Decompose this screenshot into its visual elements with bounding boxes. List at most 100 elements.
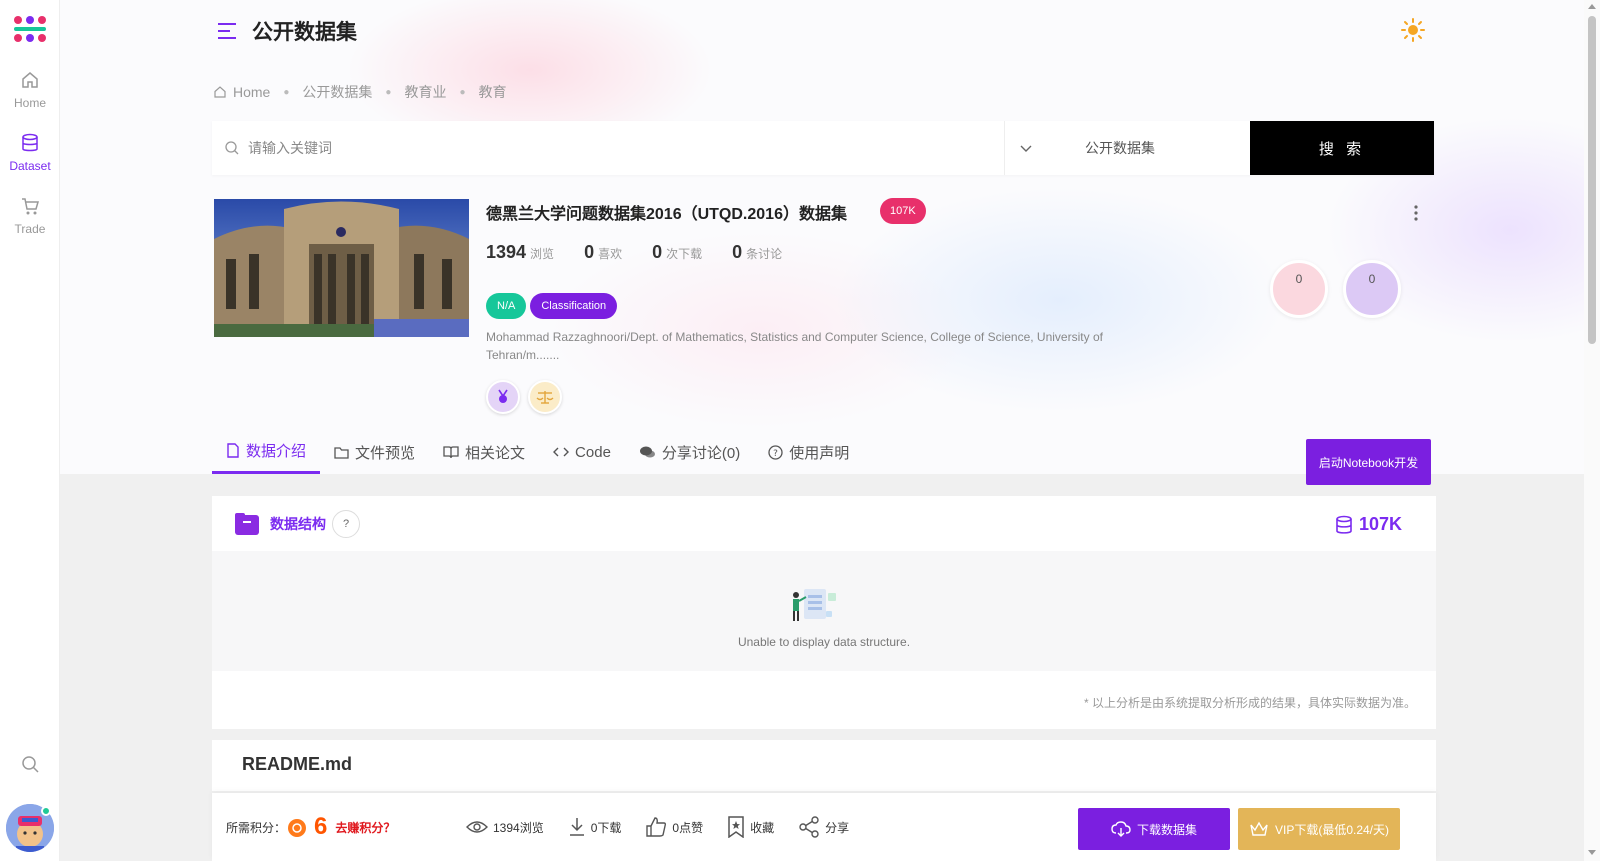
breadcrumb-education[interactable]: 教育 xyxy=(479,82,507,102)
sidebar-item-trade[interactable]: Trade xyxy=(0,196,60,236)
sidebar-item-dataset[interactable]: Dataset xyxy=(0,133,60,173)
search-input[interactable] xyxy=(248,140,968,156)
tab-papers[interactable]: 相关论文 xyxy=(429,430,539,474)
database-icon xyxy=(1336,515,1352,534)
search-bar: 公开数据集 搜 索 xyxy=(212,121,1434,175)
size-badge: 107K xyxy=(880,198,926,224)
tab-code[interactable]: Code xyxy=(539,430,625,474)
panel-header: 数据结构 ? xyxy=(212,496,1436,551)
app-logo[interactable] xyxy=(10,14,50,44)
download-dataset-button[interactable]: 下载数据集 xyxy=(1078,808,1230,850)
dataset-tags: N/A Classification xyxy=(486,293,618,319)
home-icon xyxy=(22,72,38,88)
counter-circle-purple: 0 xyxy=(1343,260,1401,318)
bottom-actions: 1394浏览 0下载 0点赞 收藏 分享 xyxy=(466,793,849,861)
vip-download-button[interactable]: VIP下载(最低0.24/天) xyxy=(1238,808,1400,850)
page-header: 公开数据集 xyxy=(216,16,357,46)
scale-icon[interactable] xyxy=(528,380,562,414)
counter-circle-pink: 0 xyxy=(1270,260,1328,318)
cloud-download-icon xyxy=(1111,821,1131,837)
online-status-dot xyxy=(41,806,51,816)
stat-discussions: 0 条讨论 xyxy=(732,242,783,262)
breadcrumb-home[interactable]: Home xyxy=(233,84,270,100)
home-icon xyxy=(214,86,226,98)
sun-icon[interactable] xyxy=(1401,18,1425,47)
breadcrumb: Home ● 公开数据集 ● 教育业 ● 教育 xyxy=(213,82,507,102)
search-scope-select[interactable]: 公开数据集 xyxy=(1005,121,1250,175)
eye-icon xyxy=(466,821,488,833)
share-icon xyxy=(799,816,819,838)
share-button[interactable]: 分享 xyxy=(798,816,849,838)
chat-icon xyxy=(639,446,655,458)
sidebar-search-icon[interactable] xyxy=(20,754,40,779)
dataset-tabs: 数据介绍 文件预览 相关论文 Code 分享讨论(0) ? 使用声明 xyxy=(212,430,863,474)
stat-likes: 0 喜欢 xyxy=(584,242,623,262)
sidebar-item-label: Home xyxy=(13,96,46,110)
like-button[interactable]: 0点赞 xyxy=(645,817,703,837)
tab-file-preview[interactable]: 文件预览 xyxy=(320,430,429,474)
breadcrumb-separator: ● xyxy=(385,86,392,98)
earn-points-link[interactable]: 去赚积分？ xyxy=(335,819,395,836)
launch-notebook-button[interactable]: 启动Notebook开发 xyxy=(1306,439,1431,485)
dataset-size: 107K xyxy=(1335,514,1402,535)
tab-discussion[interactable]: 分享讨论(0) xyxy=(625,430,754,474)
tag-license[interactable]: N/A xyxy=(486,293,527,319)
folder-icon xyxy=(235,512,259,535)
page-title: 公开数据集 xyxy=(252,21,357,44)
dataset-author: Mohammad Razzaghnoori/Dept. of Mathemati… xyxy=(486,330,1103,362)
bottom-action-bar: 所需积分： 6 去赚积分？ 1394浏览 0下载 0点赞 收藏 分享 下载数据集 xyxy=(212,793,1436,861)
panel-title: 数据结构 xyxy=(270,515,326,532)
breadcrumb-separator: ● xyxy=(283,86,290,98)
crown-icon xyxy=(1250,821,1268,836)
points-label: 所需积分： xyxy=(226,820,287,835)
tab-introduction[interactable]: 数据介绍 xyxy=(212,430,321,474)
search-scope-label: 公开数据集 xyxy=(1085,140,1155,156)
svg-text:?: ? xyxy=(773,449,778,459)
help-button[interactable]: ? xyxy=(332,509,360,538)
dataset-title: 德黑兰大学问题数据集2016（UTQD.2016）数据集 xyxy=(486,206,847,223)
medal-icon[interactable] xyxy=(486,380,520,414)
sidebar-item-home[interactable]: Home xyxy=(0,70,60,110)
breadcrumb-public-datasets[interactable]: 公开数据集 xyxy=(302,82,372,102)
menu-icon[interactable] xyxy=(216,20,238,42)
empty-structure-area: Unable to display data structure. xyxy=(212,551,1436,671)
coin-icon xyxy=(288,819,307,837)
points-value: 6 xyxy=(314,813,328,840)
thumbs-up-icon xyxy=(646,817,667,837)
download-icon xyxy=(569,818,584,836)
search-icon xyxy=(225,141,239,155)
scroll-up-arrow-icon[interactable] xyxy=(1588,4,1596,9)
breadcrumb-separator: ● xyxy=(459,86,466,98)
scroll-down-arrow-icon[interactable] xyxy=(1588,850,1596,855)
views-count: 1394浏览 xyxy=(466,819,544,836)
search-button[interactable]: 搜 索 xyxy=(1250,121,1434,175)
sidebar-item-label: Dataset xyxy=(9,159,51,173)
sidebar: Home Dataset Trade xyxy=(0,0,60,861)
code-icon xyxy=(553,447,570,457)
stat-views: 1394 浏览 xyxy=(486,242,555,262)
breadcrumb-education-industry[interactable]: 教育业 xyxy=(404,82,446,102)
points-required: 所需积分： 6 去赚积分？ xyxy=(226,813,395,841)
file-icon xyxy=(227,443,239,458)
question-icon: ? xyxy=(768,444,783,460)
analysis-note: * 以上分析是由系统提取分析形成的结果，具体实际数据为准。 xyxy=(1083,696,1416,710)
empty-illustration-icon xyxy=(782,585,842,630)
bookmark-icon xyxy=(728,816,744,838)
data-structure-panel: 数据结构 ? 107K Unable to display data struc… xyxy=(212,496,1436,729)
database-icon xyxy=(22,133,38,152)
tab-usage-statement[interactable]: ? 使用声明 xyxy=(754,430,863,474)
cart-icon xyxy=(22,198,39,215)
search-input-wrapper xyxy=(212,121,1005,175)
empty-structure-text: Unable to display data structure. xyxy=(737,635,911,649)
sidebar-item-label: Trade xyxy=(14,222,46,236)
badge-icons xyxy=(486,380,562,414)
book-icon xyxy=(443,445,459,458)
tag-task[interactable]: Classification xyxy=(530,293,618,319)
folder-icon xyxy=(334,446,349,459)
scrollbar-thumb[interactable] xyxy=(1588,16,1596,344)
favorite-button[interactable]: 收藏 xyxy=(727,816,774,838)
chevron-down-icon xyxy=(1020,145,1032,152)
page-scrollbar[interactable] xyxy=(1584,0,1600,861)
readme-title: README.md xyxy=(212,740,1436,792)
more-vertical-icon[interactable] xyxy=(1414,205,1418,226)
